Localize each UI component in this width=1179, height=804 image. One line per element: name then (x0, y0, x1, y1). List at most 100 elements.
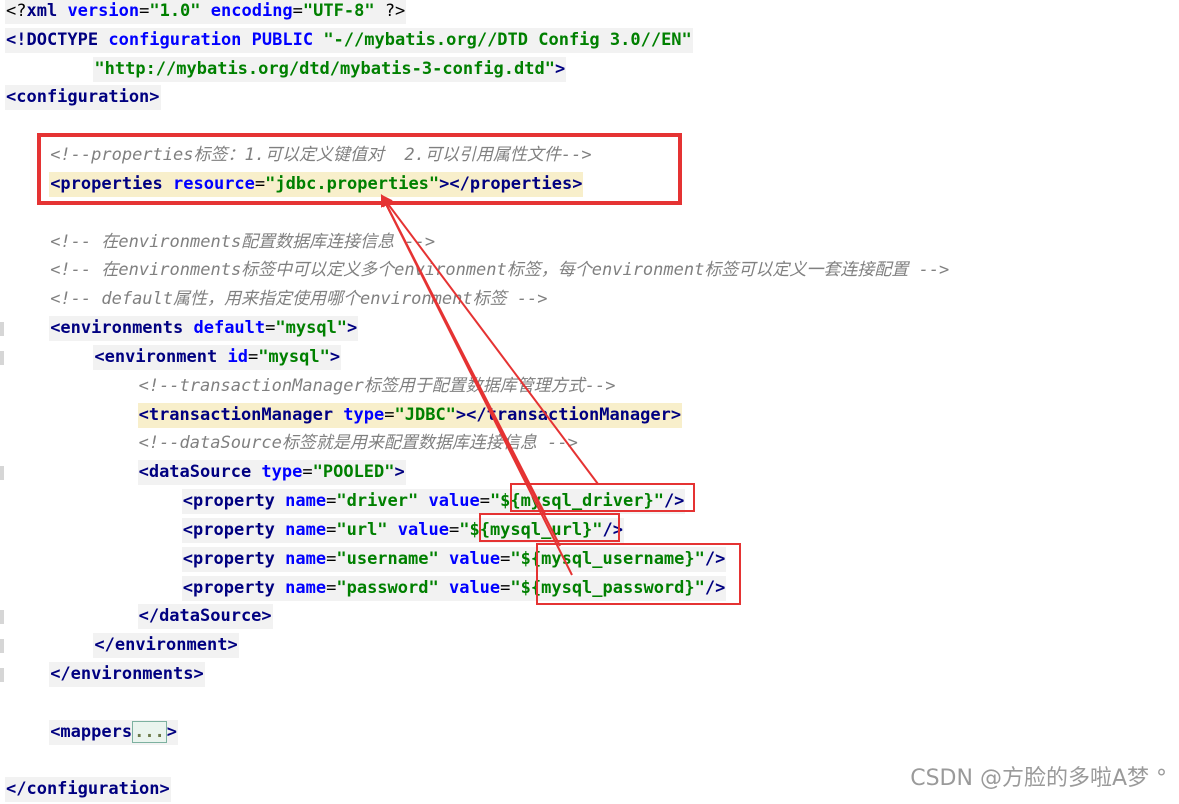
code-token: value (397, 519, 449, 540)
code-line[interactable]: <!-- default属性，用来指定使用哪个environment标签 --> (49, 285, 548, 314)
code-token: <!DOCTYPE (6, 29, 109, 50)
code-token: </environment> (94, 635, 238, 656)
code-content: </environment> (93, 633, 239, 659)
code-line[interactable]: <dataSource type="POOLED"> (137, 458, 406, 487)
watermark: CSDN @方脸的多啦A梦 ° (910, 766, 1167, 791)
gutter-fold-marker[interactable] (0, 466, 4, 481)
code-token: name (285, 491, 327, 512)
code-content: <dataSource type="POOLED"> (137, 460, 406, 486)
code-token: = (302, 462, 313, 483)
code-token: = (139, 1, 150, 21)
code-token: type (261, 462, 303, 483)
code-line[interactable]: "http://mybatis.org/dtd/mybatis-3-config… (93, 55, 567, 84)
code-token: <!-- default属性，用来指定使用哪个environment标签 --> (50, 289, 548, 310)
code-token: "mysql" (258, 346, 330, 367)
code-token: = (479, 491, 490, 512)
code-line[interactable]: </dataSource> (137, 602, 273, 631)
code-token: value (428, 491, 480, 512)
code-line[interactable]: <!-- 在environments配置数据库连接信息 --> (49, 228, 436, 257)
code-token: name (285, 548, 327, 569)
code-token: configuration (108, 29, 252, 50)
code-line[interactable]: </environment> (93, 631, 239, 660)
code-token: = (326, 519, 337, 540)
code-content: <!-- default属性，用来指定使用哪个environment标签 --> (49, 287, 548, 312)
code-content: <?xml version="1.0" encoding="UTF-8" ?> (5, 0, 407, 24)
code-token: = (292, 1, 303, 21)
code-token: > (347, 318, 358, 339)
code-token: ?> (374, 1, 406, 21)
code-line[interactable]: <!--transactionManager标签用于配置数据库管理方式--> (138, 372, 617, 401)
code-token: </configuration> (6, 779, 170, 800)
code-token: "-//mybatis.org//DTD Config 3.0//EN" (323, 29, 692, 50)
code-token: <!--dataSource标签就是用来配置数据库连接信息 --> (138, 433, 578, 454)
code-token: PUBLIC (251, 29, 324, 50)
code-token: <configuration> (6, 87, 160, 108)
code-editor[interactable]: <?xml version="1.0" encoding="UTF-8" ?> <… (0, 0, 1179, 803)
code-token: encoding (210, 1, 293, 21)
gutter-fold-marker[interactable] (0, 350, 4, 365)
code-token: "driver" (336, 491, 419, 512)
code-token: <dataSource (138, 462, 262, 483)
code-token: <mappers (50, 721, 133, 742)
code-token: xml (26, 1, 68, 21)
gutter-fold-marker[interactable] (0, 668, 4, 683)
code-token: = (448, 519, 460, 540)
code-content: <!-- 在environments配置数据库连接信息 --> (49, 230, 436, 255)
code-token: </environments> (50, 664, 204, 685)
code-token: <!-- 在environments配置数据库连接信息 --> (50, 231, 436, 252)
code-content: <!-- 在environments标签中可以定义多个environment标签… (49, 258, 950, 283)
code-token: = (326, 548, 337, 569)
code-token: <property (182, 548, 286, 569)
code-token: name (285, 577, 327, 598)
code-token: > (166, 721, 178, 742)
code-content: <transactionManager type="JDBC"></transa… (137, 402, 683, 428)
code-line[interactable]: <environments default="mysql"> (49, 314, 359, 343)
code-token: <property (182, 519, 286, 540)
code-token: = (326, 577, 337, 598)
code-token: <transactionManager (138, 404, 344, 425)
code-token: "http://mybatis.org/dtd/mybatis-3-config… (94, 58, 555, 79)
code-content: <mappers... > (49, 719, 179, 745)
code-line[interactable]: </configuration> (5, 775, 171, 804)
code-line[interactable]: <!--dataSource标签就是用来配置数据库连接信息 --> (138, 429, 579, 458)
code-content: <!--dataSource标签就是用来配置数据库连接信息 --> (138, 431, 579, 456)
gutter-fold-marker[interactable] (0, 322, 4, 337)
gutter-fold-marker[interactable] (0, 610, 4, 625)
code-content: <environment id="mysql"> (93, 344, 342, 370)
code-line[interactable]: <environment id="mysql"> (93, 343, 342, 372)
code-token: version (67, 1, 140, 21)
code-line[interactable]: <transactionManager type="JDBC"></transa… (137, 401, 683, 430)
code-token: ></transactionManager> (455, 404, 682, 425)
driver-value-box (510, 483, 695, 512)
code-token: "UTF-8" (302, 1, 375, 21)
code-token: = (247, 346, 259, 367)
code-line[interactable]: <!-- 在environments标签中可以定义多个environment标签… (49, 256, 950, 285)
code-content: <configuration> (5, 85, 161, 111)
code-token: <? (6, 1, 27, 21)
code-token: > (394, 462, 405, 483)
username-password-value-box (536, 543, 741, 605)
code-token: "username" (336, 548, 439, 569)
code-line[interactable]: <!DOCTYPE configuration PUBLIC "-//mybat… (5, 26, 693, 55)
code-token: "password" (336, 577, 439, 598)
code-token: > (554, 58, 566, 79)
code-line[interactable]: <mappers... > (49, 718, 179, 747)
code-token: > (329, 346, 341, 367)
code-token: "POOLED" (312, 462, 395, 483)
code-content: </environments> (49, 662, 205, 688)
code-content: </configuration> (5, 777, 171, 803)
url-value-box (479, 513, 620, 542)
code-line[interactable]: <?xml version="1.0" encoding="UTF-8" ?> (5, 0, 407, 26)
code-line[interactable]: <configuration> (5, 83, 161, 112)
code-line[interactable]: </environments> (49, 660, 205, 689)
code-token: <environment (94, 346, 228, 367)
gutter-fold-marker[interactable] (0, 639, 4, 654)
code-token: = (384, 404, 395, 425)
code-token: = (500, 548, 511, 569)
folded-code-marker[interactable]: ... (132, 720, 167, 743)
code-token: id (227, 346, 248, 367)
